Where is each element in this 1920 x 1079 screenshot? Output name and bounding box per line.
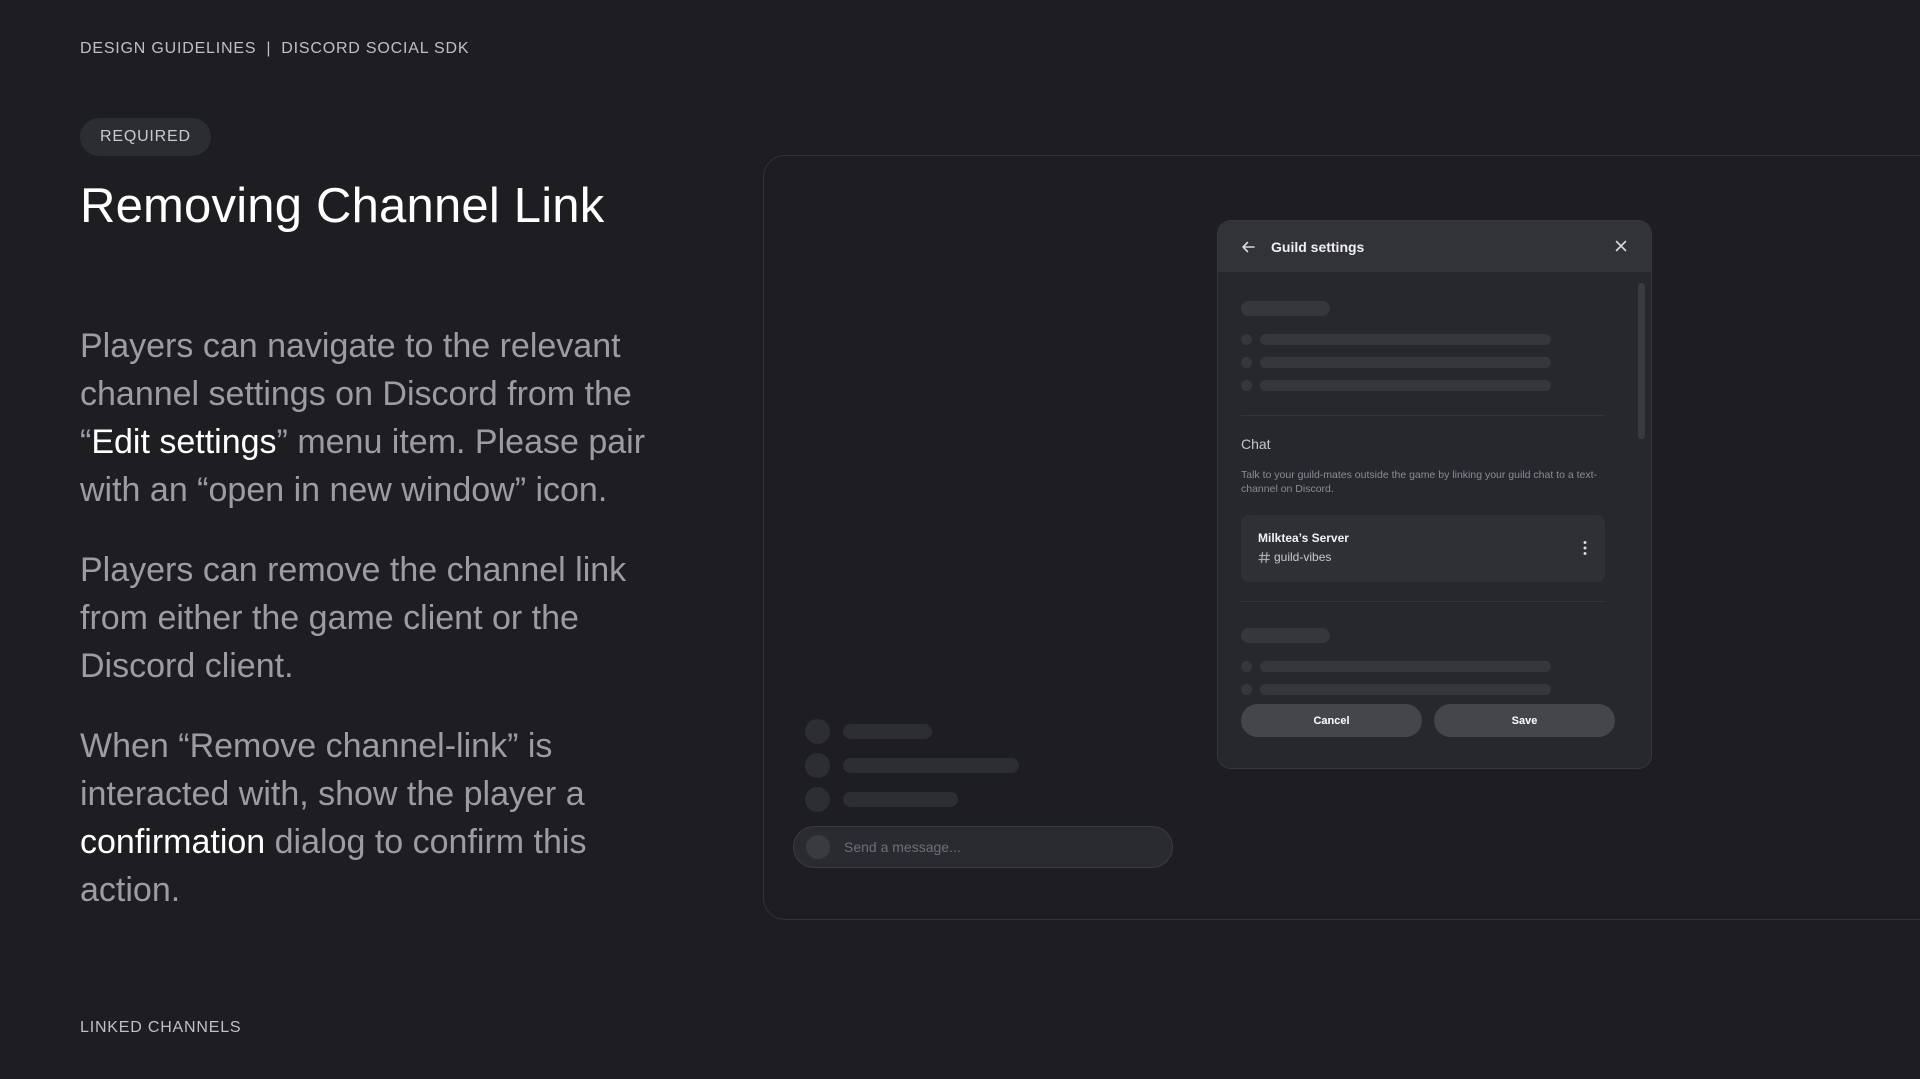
message-composer[interactable] [793, 826, 1173, 868]
page-title: Removing Channel Link [80, 179, 605, 233]
breadcrumb-section: DESIGN GUIDELINES [80, 40, 257, 57]
channel-name: guild-vibes [1274, 550, 1332, 564]
option-placeholder-line [1260, 661, 1551, 672]
breadcrumb: DESIGN GUIDELINES | DISCORD SOCIAL SDK [80, 40, 469, 58]
option-placeholder-dot [1241, 357, 1252, 368]
save-button[interactable]: Save [1434, 704, 1615, 737]
more-options-button[interactable] [1579, 538, 1591, 558]
chat-skeleton-row [805, 753, 1019, 778]
chat-skeleton-row [805, 719, 932, 744]
emphasis-confirmation: confirmation [80, 823, 266, 861]
chat-section-heading: Chat [1241, 436, 1271, 452]
section-title-placeholder [1241, 628, 1330, 643]
avatar-placeholder [805, 719, 830, 744]
option-placeholder-line [1260, 334, 1551, 345]
paragraph-remove-link: Players can remove the channel link from… [80, 551, 627, 685]
channel-row: guild-vibes [1258, 550, 1331, 564]
option-placeholder-line [1260, 684, 1551, 695]
chat-section-description: Talk to your guild-mates outside the gam… [1241, 469, 1598, 495]
dialog-title: Guild settings [1271, 238, 1365, 255]
slide: DESIGN GUIDELINES | DISCORD SOCIAL SDK R… [0, 0, 1920, 1079]
divider [1241, 415, 1605, 416]
breadcrumb-separator: | [266, 40, 272, 57]
message-placeholder [843, 724, 932, 739]
paragraph-text: When “Remove channel-link” is interacted… [80, 727, 585, 813]
cancel-button[interactable]: Cancel [1241, 704, 1422, 737]
close-button[interactable] [1611, 236, 1631, 256]
more-vertical-icon [1583, 541, 1587, 555]
close-icon [1615, 240, 1627, 252]
scrollbar[interactable] [1638, 283, 1645, 439]
server-name: Milktea’s Server [1258, 531, 1349, 545]
option-placeholder-dot [1241, 380, 1252, 391]
guideline-body: Players can navigate to the relevant cha… [80, 322, 680, 946]
section-footer-label: LINKED CHANNELS [80, 1019, 242, 1036]
option-placeholder-dot [1241, 334, 1252, 345]
option-placeholder-line [1260, 357, 1551, 368]
dialog-scroll-area[interactable]: Chat Talk to your guild-mates outside th… [1218, 272, 1651, 699]
back-button[interactable] [1238, 237, 1258, 257]
emphasis-edit-settings: Edit settings [91, 423, 277, 461]
chat-skeleton-row [805, 787, 958, 812]
guild-settings-dialog: Guild settings Chat Talk to your guild-m… [1217, 220, 1652, 769]
breadcrumb-product: DISCORD SOCIAL SDK [281, 40, 470, 57]
avatar-placeholder [805, 753, 830, 778]
section-title-placeholder [1241, 301, 1330, 316]
dialog-header: Guild settings [1218, 221, 1651, 272]
linked-channel-card[interactable]: Milktea’s Server guild-vibes [1241, 515, 1605, 582]
avatar-placeholder [805, 787, 830, 812]
paragraph-confirmation: When “Remove channel-link” is interacted… [80, 722, 680, 914]
dialog-footer: Cancel Save [1218, 699, 1651, 768]
arrow-left-icon [1242, 241, 1255, 252]
divider [1241, 601, 1605, 602]
paragraph-edit-settings: Players can navigate to the relevant cha… [80, 322, 680, 514]
message-placeholder [843, 792, 958, 807]
option-placeholder-dot [1241, 684, 1252, 695]
option-placeholder-dot [1241, 661, 1252, 672]
text-channel-hash-icon [1258, 551, 1271, 563]
avatar [806, 835, 830, 859]
message-placeholder [843, 758, 1019, 773]
option-placeholder-line [1260, 380, 1551, 391]
required-badge: REQUIRED [80, 118, 211, 156]
message-input[interactable] [842, 838, 1146, 856]
